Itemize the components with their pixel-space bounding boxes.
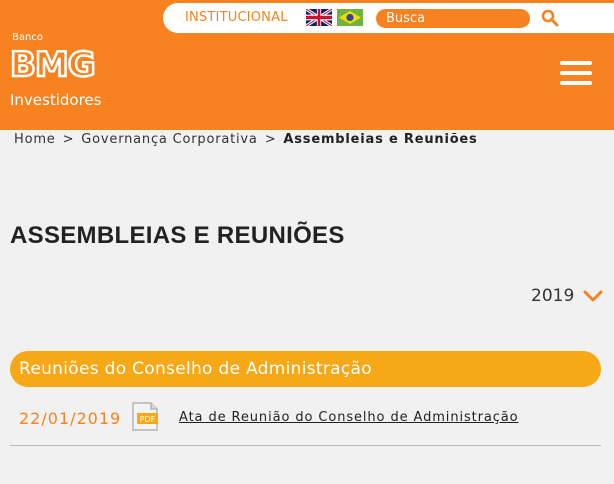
page-title: ASSEMBLEIAS E REUNIÕES [10,222,345,249]
breadcrumb-governanca[interactable]: Governança Corporativa [81,132,257,147]
row-divider [10,445,601,446]
flag-uk-icon[interactable] [306,9,332,26]
logo-banco-text: Banco [12,32,43,43]
logo-subtitle: Investidores [10,91,102,109]
search-input[interactable] [386,10,522,27]
hamburger-line [560,81,592,85]
pdf-label: PDF [140,415,156,424]
hamburger-line [560,71,592,75]
top-utility-bar: INSTITUCIONAL [163,3,614,33]
breadcrumb-separator: > [264,132,277,147]
hamburger-menu-icon[interactable] [560,61,592,86]
section-header[interactable]: Reuniões do Conselho de Administração [10,351,601,387]
hamburger-line [560,61,592,65]
breadcrumb-home[interactable]: Home [14,132,56,147]
breadcrumb-separator: > [62,132,75,147]
meeting-date: 22/01/2019 [19,409,122,428]
site-header: INSTITUCIONAL Banco BMG Investidores [0,0,614,130]
breadcrumb-current: Assembleias e Reuniões [283,132,478,147]
search-icon[interactable] [541,9,559,27]
logo-brand-text: BMG [9,44,97,87]
breadcrumb: Home > Governança Corporativa > Assembleias … [14,132,478,147]
section-title: Reuniões do Conselho de Administração [19,359,372,379]
institutional-link[interactable]: INSTITUCIONAL [185,10,288,25]
search-box [376,9,530,28]
year-value: 2019 [531,286,575,306]
year-select[interactable]: 2019 [531,286,603,306]
flag-br-icon[interactable] [337,9,363,26]
chevron-down-icon [583,290,603,302]
bmg-logo[interactable]: Banco BMG Investidores [9,30,120,115]
pdf-file-icon[interactable]: PDF [130,402,160,431]
document-link[interactable]: Ata de Reunião do Conselho de Administra… [179,410,519,425]
